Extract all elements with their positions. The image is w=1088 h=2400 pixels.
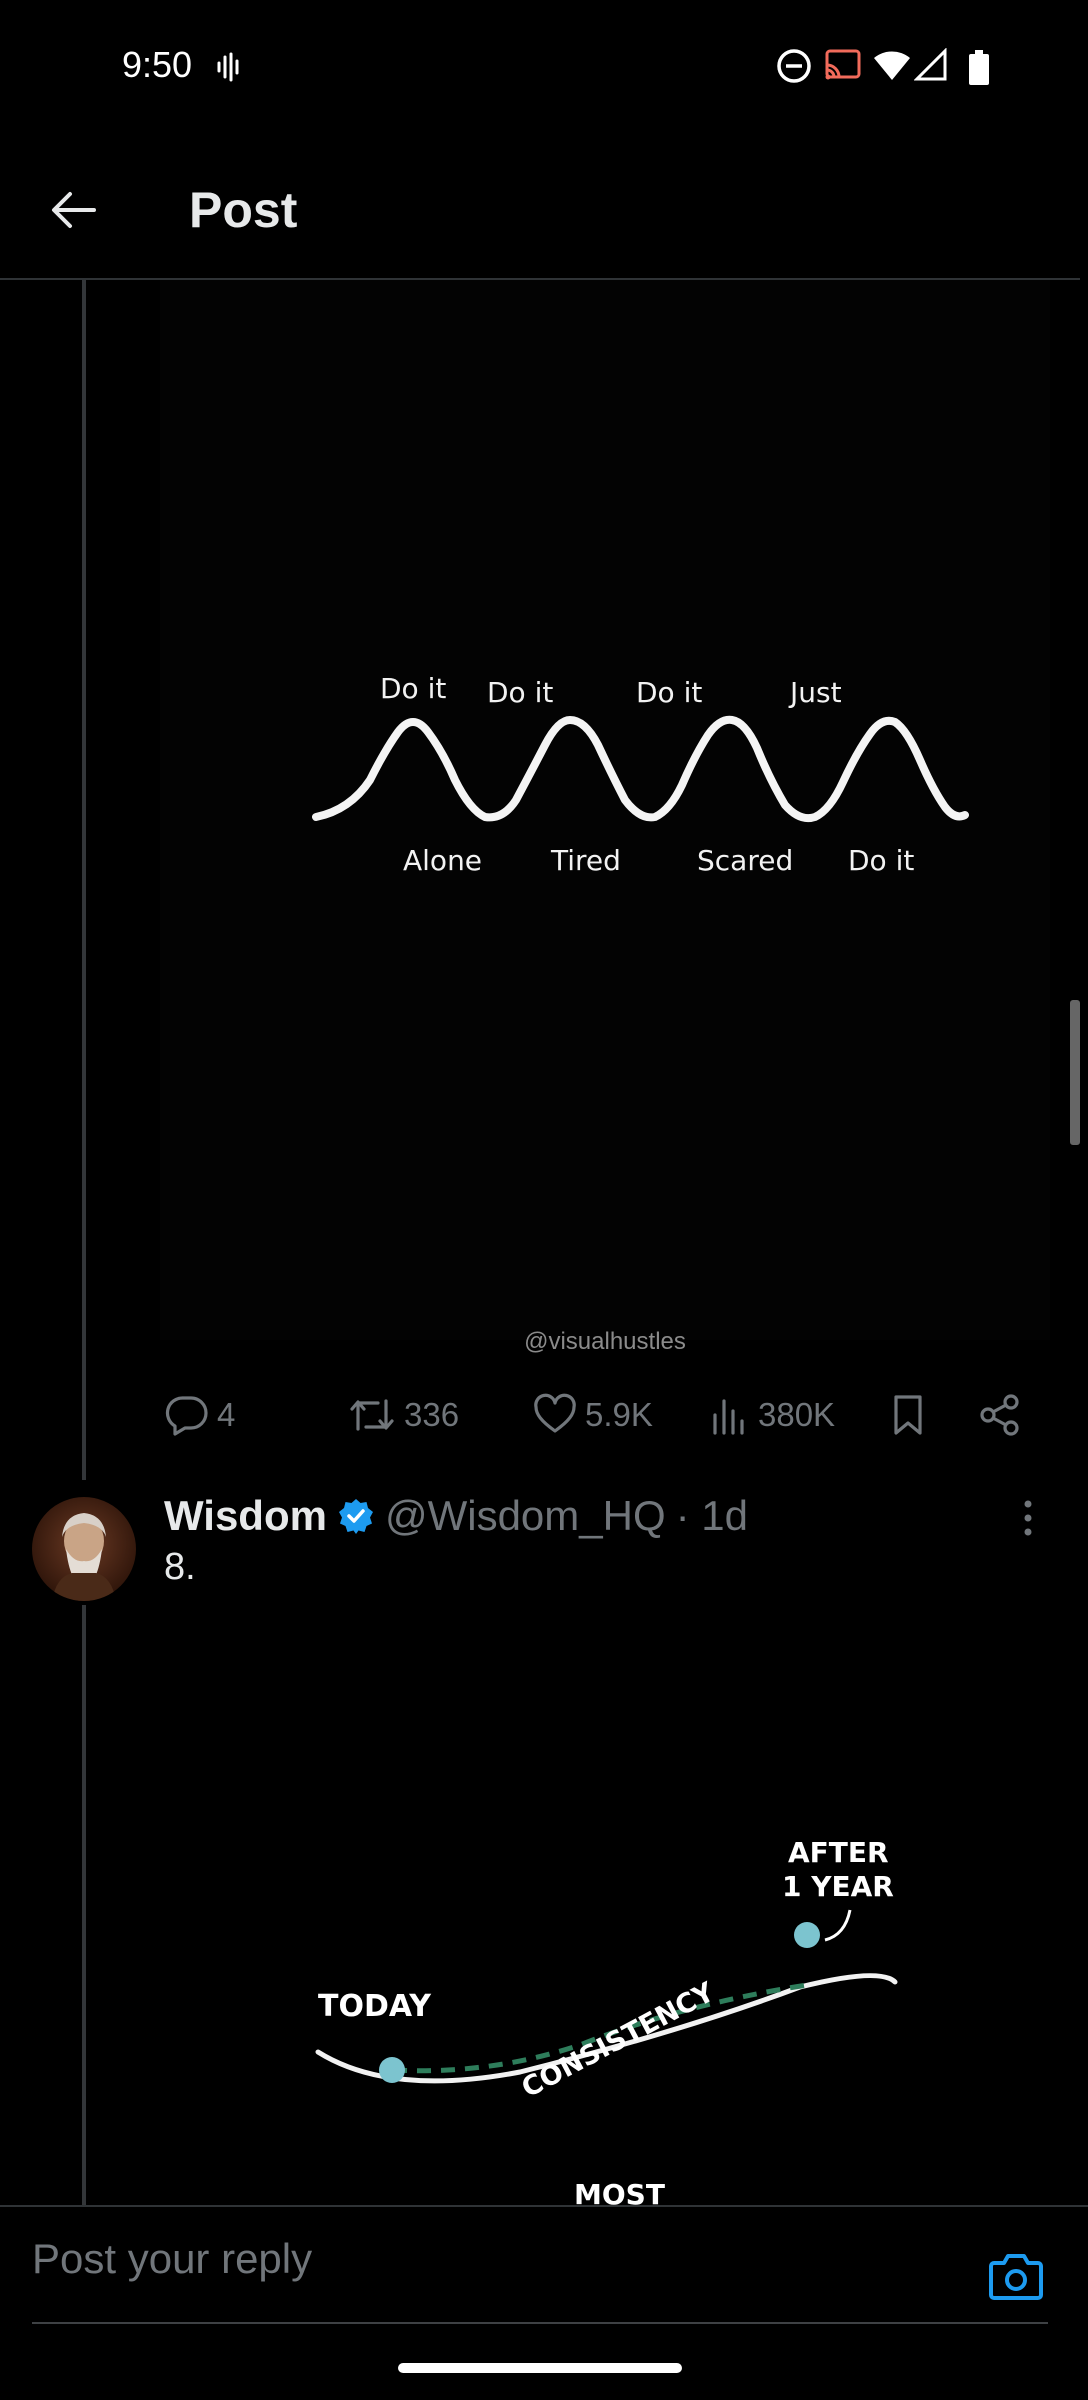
reply-button[interactable]: 4 (165, 1385, 235, 1445)
thread-connector-line (82, 1605, 86, 2205)
post-actions: 4 336 5.9K 380K (160, 1385, 1050, 1445)
battery-icon (969, 50, 989, 85)
pointer-arrow (824, 1909, 852, 1942)
status-time: 9:50 (122, 44, 193, 85)
page-title: Post (189, 182, 298, 238)
after-year-dot (794, 1922, 820, 1948)
camera-button[interactable] (988, 2251, 1048, 2311)
reply-header: Wisdom @Wisdom_HQ · 1d (164, 1488, 748, 1544)
camera-icon (989, 2254, 1043, 2300)
home-indicator[interactable] (398, 2363, 682, 2373)
wave-label-top-4: Just (788, 676, 842, 709)
wave-label-top-2: Do it (487, 676, 553, 709)
repost-icon (350, 1399, 394, 1431)
wave-label-bottom-2: Tired (550, 844, 621, 877)
share-button[interactable] (978, 1385, 1030, 1445)
sound-wave-icon (217, 52, 239, 82)
input-underline (32, 2322, 1048, 2324)
reply-author-name[interactable]: Wisdom (164, 1492, 327, 1540)
share-icon (980, 1394, 1019, 1436)
thread-connector-line (82, 280, 86, 1480)
reply-image[interactable]: TODAY AFTER 1 YEAR CONSISTENCY MOST (160, 1600, 1050, 2205)
views-chart-icon (713, 1399, 744, 1435)
reply-timestamp: · 1d (675, 1492, 749, 1539)
cast-icon (825, 49, 861, 80)
do-not-disturb-icon (777, 49, 811, 83)
back-button[interactable] (40, 177, 106, 243)
wave-label-bottom-4: Do it (848, 844, 914, 877)
scrollbar-thumb[interactable] (1070, 1000, 1080, 1145)
wifi-icon (874, 51, 910, 80)
repost-count: 336 (404, 1396, 460, 1433)
more-vertical-icon (1024, 1500, 1032, 1536)
heart-icon (534, 1393, 576, 1433)
label-today: TODAY (318, 1989, 432, 2024)
wave-label-bottom-1: Alone (403, 844, 482, 877)
more-options-button[interactable] (1010, 1496, 1046, 1540)
top-app-bar: Post (0, 135, 1080, 280)
reply-input[interactable]: Post your reply (32, 2235, 312, 2283)
views-count: 380K (758, 1396, 836, 1433)
verified-badge-icon (338, 1499, 373, 1534)
label-most-cut: MOST (574, 2178, 665, 2205)
wave-label-top-3: Do it (636, 676, 702, 709)
wave-label-top-1: Do it (380, 672, 446, 705)
label-after-year: 1 YEAR (782, 1870, 894, 1903)
image-watermark: @visualhustles (524, 1328, 686, 1355)
repost-button[interactable]: 336 (348, 1385, 459, 1445)
like-count: 5.9K (585, 1396, 653, 1433)
views-button[interactable]: 380K (710, 1385, 835, 1445)
reply-count: 4 (217, 1396, 236, 1433)
reply-icon (165, 1396, 208, 1436)
today-dot (379, 2057, 405, 2083)
label-after: AFTER (788, 1836, 889, 1869)
bookmark-button[interactable] (888, 1385, 936, 1445)
cellular-signal-icon (914, 48, 947, 81)
bookmark-icon (894, 1395, 922, 1435)
reply-composer: Post your reply (0, 2205, 1088, 2327)
post-image[interactable]: Do it Do it Do it Just Alone Tired Scare… (160, 280, 1050, 1355)
avatar[interactable] (32, 1497, 136, 1601)
label-consistency: CONSISTENCY (517, 1977, 720, 2105)
status-bar: 9:50 (0, 0, 1088, 135)
reply-author-handle[interactable]: @Wisdom_HQ (385, 1492, 666, 1540)
wave-line (312, 715, 969, 823)
wave-label-bottom-3: Scared (697, 844, 793, 877)
like-button[interactable]: 5.9K (533, 1385, 653, 1445)
reply-text: 8. (164, 1546, 196, 1588)
arrow-left-icon (52, 192, 96, 228)
